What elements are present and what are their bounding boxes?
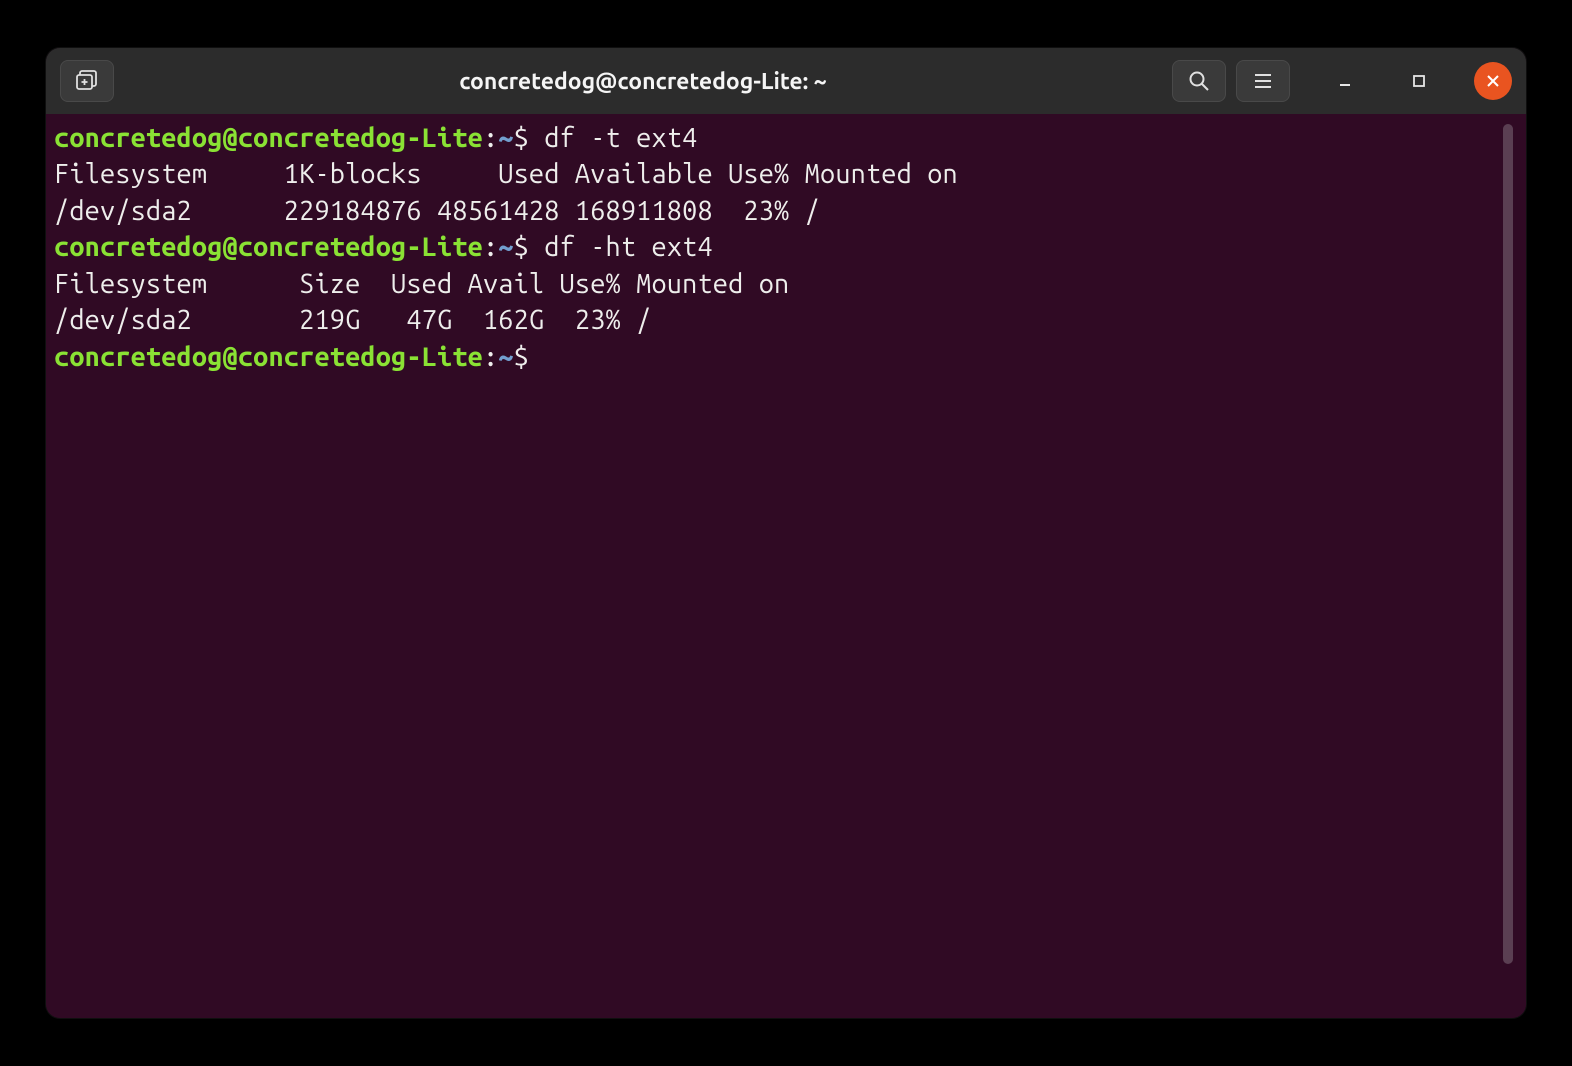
prompt-line: concretedog@concretedog-Lite:~$ df -t ex… (54, 120, 1502, 156)
terminal-content[interactable]: concretedog@concretedog-Lite:~$ df -t ex… (54, 120, 1502, 1010)
output-line: /dev/sda2 219G 47G 162G 23% / (54, 302, 1502, 338)
output-line: Filesystem Size Used Avail Use% Mounted … (54, 266, 1502, 302)
prompt-user-host: concretedog@concretedog-Lite (54, 232, 483, 262)
prompt-line: concretedog@concretedog-Lite:~$ (54, 339, 1502, 375)
prompt-colon: : (483, 342, 498, 372)
menu-button[interactable] (1236, 60, 1290, 102)
output-line: /dev/sda2 229184876 48561428 168911808 2… (54, 193, 1502, 229)
terminal-body[interactable]: concretedog@concretedog-Lite:~$ df -t ex… (46, 114, 1526, 1018)
prompt-cwd: ~ (498, 232, 513, 262)
prompt-cwd: ~ (498, 342, 513, 372)
search-icon (1188, 70, 1210, 92)
scrollbar-track[interactable] (1502, 120, 1514, 1010)
hamburger-icon (1252, 70, 1274, 92)
new-tab-button[interactable] (60, 60, 114, 102)
terminal-window: concretedog@concretedog-Lite: ~ (46, 48, 1526, 1018)
maximize-icon (1411, 73, 1427, 89)
search-button[interactable] (1172, 60, 1226, 102)
window-title: concretedog@concretedog-Lite: ~ (124, 69, 1162, 94)
prompt-colon: : (483, 232, 498, 262)
titlebar-left (60, 60, 114, 102)
prompt-user-host: concretedog@concretedog-Lite (54, 123, 483, 153)
prompt-user-host: concretedog@concretedog-Lite (54, 342, 483, 372)
prompt-line: concretedog@concretedog-Lite:~$ df -ht e… (54, 229, 1502, 265)
command-text: df -t ext4 (544, 123, 697, 153)
prompt-symbol: $ (514, 123, 545, 153)
prompt-symbol: $ (514, 342, 545, 372)
command-text: df -ht ext4 (544, 232, 713, 262)
minimize-button[interactable] (1326, 62, 1364, 100)
titlebar: concretedog@concretedog-Lite: ~ (46, 48, 1526, 114)
titlebar-right (1172, 60, 1512, 102)
prompt-colon: : (483, 123, 498, 153)
prompt-cwd: ~ (498, 123, 513, 153)
close-button[interactable] (1474, 62, 1512, 100)
prompt-symbol: $ (514, 232, 545, 262)
output-line: Filesystem 1K-blocks Used Available Use%… (54, 156, 1502, 192)
new-tab-icon (75, 70, 99, 92)
minimize-icon (1337, 73, 1353, 89)
scrollbar-thumb[interactable] (1503, 124, 1513, 964)
maximize-button[interactable] (1400, 62, 1438, 100)
close-icon (1485, 73, 1501, 89)
